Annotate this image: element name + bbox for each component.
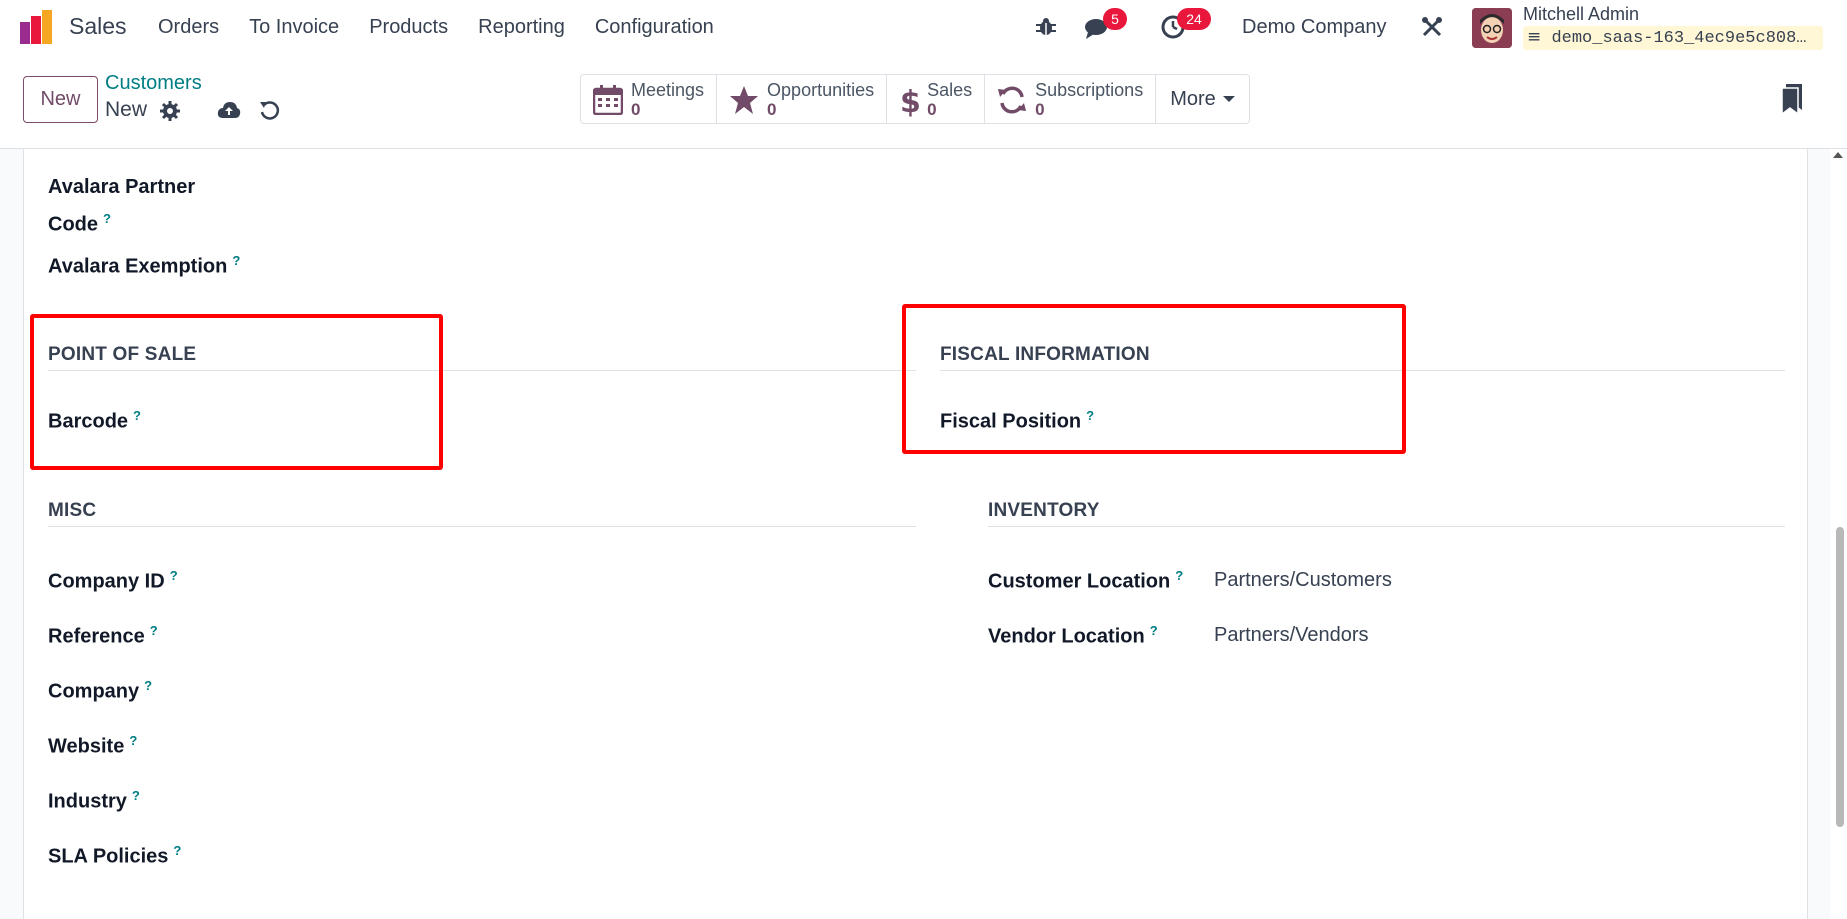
customer-location-label: Customer Location? — [988, 568, 1183, 594]
gear-icon[interactable] — [160, 101, 180, 121]
help-tooltip-icon[interactable]: ? — [144, 678, 152, 693]
svg-text:$: $ — [900, 85, 919, 117]
more-dropdown[interactable]: More — [1156, 75, 1249, 123]
help-tooltip-icon[interactable]: ? — [129, 733, 137, 748]
opportunities-label: Opportunities — [767, 80, 875, 100]
refresh-icon — [998, 86, 1027, 114]
reference-label: Reference? — [48, 623, 158, 649]
sales-app-icon[interactable] — [20, 10, 56, 44]
help-tooltip-icon[interactable]: ? — [173, 843, 181, 858]
menu-to-invoice[interactable]: To Invoice — [249, 16, 339, 39]
vendor-location-label: Vendor Location? — [988, 623, 1158, 649]
database-icon: ≡ — [1527, 27, 1542, 47]
bookmark-icon[interactable] — [1782, 84, 1802, 114]
opportunities-smart-button[interactable]: Opportunities 0 — [717, 75, 888, 123]
industry-text: Industry — [48, 790, 127, 813]
breadcrumb-customers[interactable]: Customers — [105, 72, 202, 95]
form-sheet: Avalara Partner Code? Avalara Exemption?… — [23, 149, 1808, 919]
subscriptions-label: Subscriptions — [1035, 80, 1144, 100]
sla-policies-text: SLA Policies — [48, 845, 169, 868]
help-tooltip-icon[interactable]: ? — [132, 788, 140, 803]
debug-bug-icon[interactable] — [1034, 15, 1058, 39]
subscriptions-smart-button[interactable]: Subscriptions 0 — [985, 75, 1157, 123]
activities-badge: 24 — [1177, 8, 1211, 30]
menu-orders[interactable]: Orders — [158, 16, 219, 39]
separator-line — [988, 526, 1785, 527]
highlight-box-point-of-sale — [30, 314, 443, 470]
meetings-smart-button[interactable]: Meetings 0 — [581, 75, 718, 123]
help-tooltip-icon[interactable]: ? — [103, 211, 111, 226]
customer-location-field[interactable]: Partners/Customers — [1214, 569, 1392, 592]
meetings-count: 0 — [631, 100, 641, 119]
star-icon — [730, 86, 759, 114]
inventory-title: INVENTORY — [988, 500, 1100, 521]
separator-line — [48, 526, 916, 527]
top-navbar: Sales Orders To Invoice Products Reporti… — [0, 0, 1847, 56]
vendor-location-field[interactable]: Partners/Vendors — [1214, 624, 1369, 647]
new-button[interactable]: New — [23, 76, 98, 123]
dollar-icon: $ — [900, 85, 919, 117]
avalara-partner-code-line1: Avalara Partner — [48, 176, 196, 198]
customer-location-text: Customer Location — [988, 570, 1171, 593]
website-label: Website? — [48, 733, 137, 759]
messages-badge: 5 — [1103, 8, 1127, 30]
user-avatar[interactable] — [1472, 8, 1512, 48]
avalara-exemption-label: Avalara Exemption? — [48, 253, 240, 279]
breadcrumb-current: New — [105, 98, 148, 121]
subscriptions-count: 0 — [1035, 100, 1045, 119]
scrollbar-thumb[interactable] — [1836, 527, 1844, 827]
misc-title: MISC — [48, 500, 97, 521]
sla-policies-label: SLA Policies? — [48, 843, 181, 869]
caret-down-icon — [1222, 96, 1235, 102]
website-text: Website — [48, 735, 125, 758]
vendor-location-text: Vendor Location — [988, 625, 1145, 648]
sales-smart-button[interactable]: $ Sales 0 — [887, 75, 986, 123]
help-tooltip-icon[interactable]: ? — [1175, 568, 1183, 583]
help-tooltip-icon[interactable]: ? — [232, 253, 240, 268]
database-name: ≡ demo_saas-163_4ec9e5c808… — [1523, 26, 1823, 50]
scroll-up-arrow-icon[interactable] — [1833, 152, 1843, 158]
discard-undo-icon[interactable] — [259, 99, 281, 121]
user-name[interactable]: Mitchell Admin — [1523, 4, 1639, 25]
avalara-exemption-text: Avalara Exemption — [48, 255, 228, 278]
calendar-icon — [593, 85, 623, 115]
company-text: Company — [48, 680, 140, 703]
database-label: demo_saas-163_4ec9e5c808… — [1551, 29, 1807, 48]
tools-icon[interactable] — [1420, 15, 1444, 39]
company-label: Company? — [48, 678, 152, 704]
control-panel: New Customers New Meetings 0 Opportuniti… — [0, 56, 1847, 149]
menu-products[interactable]: Products — [369, 16, 448, 39]
industry-label: Industry? — [48, 788, 140, 814]
save-cloud-icon[interactable] — [217, 100, 241, 120]
help-tooltip-icon[interactable]: ? — [1150, 623, 1158, 638]
help-tooltip-icon[interactable]: ? — [150, 623, 158, 638]
reference-text: Reference — [48, 625, 145, 648]
highlight-box-fiscal-information — [902, 304, 1406, 454]
avalara-partner-code-label: Avalara Partner Code? — [48, 172, 195, 241]
company-id-label: Company ID? — [48, 568, 178, 594]
main-menu: Orders To Invoice Products Reporting Con… — [158, 16, 714, 39]
company-switcher[interactable]: Demo Company — [1242, 16, 1387, 39]
avalara-partner-code-line2: Code — [48, 213, 98, 236]
opportunities-count: 0 — [767, 100, 777, 119]
company-id-text: Company ID — [48, 570, 165, 593]
sales-count: 0 — [927, 100, 937, 119]
menu-reporting[interactable]: Reporting — [478, 16, 565, 39]
more-label: More — [1170, 87, 1216, 110]
smart-buttons: Meetings 0 Opportunities 0 $ Sales 0 Sub… — [580, 74, 1250, 124]
sales-label: Sales — [927, 80, 973, 100]
help-tooltip-icon[interactable]: ? — [170, 568, 178, 583]
meetings-label: Meetings — [631, 80, 705, 100]
app-name[interactable]: Sales — [69, 13, 127, 40]
menu-configuration[interactable]: Configuration — [595, 16, 714, 39]
